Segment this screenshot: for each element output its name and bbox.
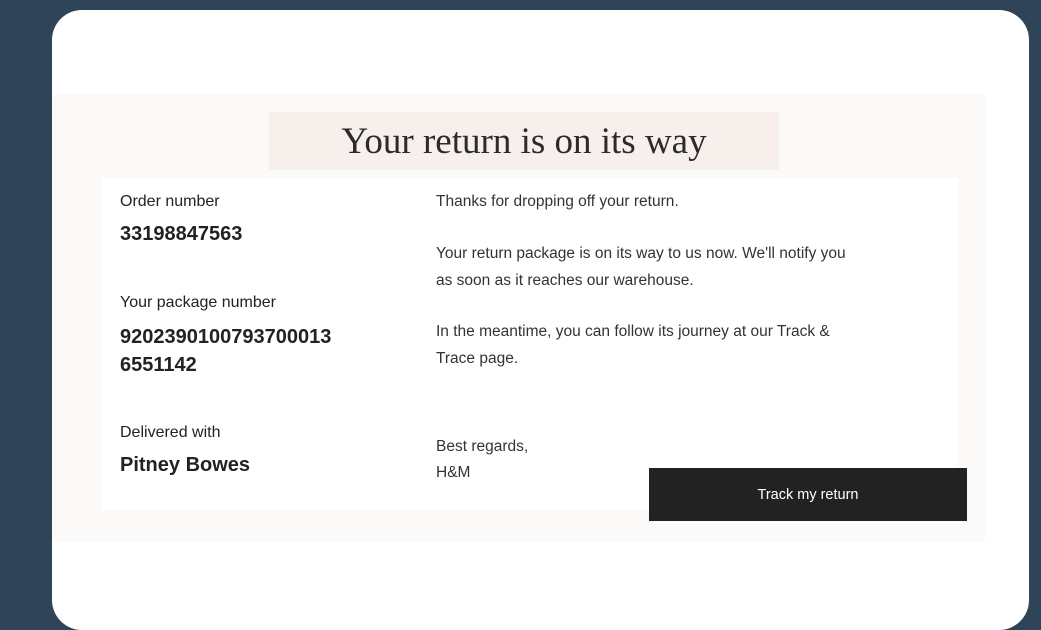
email-panel: Your return is on its way Order number 3… bbox=[52, 95, 985, 542]
follow-text-line1: In the meantime, you can follow its jour… bbox=[436, 323, 830, 340]
email-content: Order number 33198847563 Your package nu… bbox=[102, 178, 958, 511]
regards-text: Best regards, bbox=[436, 438, 529, 455]
signature-text: H&M bbox=[436, 464, 471, 481]
title-band: Your return is on its way bbox=[269, 112, 779, 170]
package-number-value-line2: 6551142 bbox=[120, 354, 197, 376]
order-number-value: 33198847563 bbox=[120, 223, 243, 245]
card: Your return is on its way Order number 3… bbox=[52, 10, 1029, 630]
carrier-label: Delivered with bbox=[120, 424, 221, 441]
track-my-return-button[interactable]: Track my return bbox=[649, 468, 967, 521]
status-text-line1: Your return package is on its way to us … bbox=[436, 245, 846, 262]
carrier-value: Pitney Bowes bbox=[120, 454, 251, 476]
order-number-label: Order number bbox=[120, 193, 220, 210]
package-number-label: Your package number bbox=[120, 294, 276, 311]
page-title: Your return is on its way bbox=[341, 121, 707, 162]
package-number-value-line1: 9202390100793700013 bbox=[120, 326, 332, 348]
thanks-text: Thanks for dropping off your return. bbox=[436, 193, 679, 210]
follow-text-line2: Trace page. bbox=[436, 350, 519, 367]
status-text-line2: as soon as it reaches our warehouse. bbox=[436, 272, 694, 289]
